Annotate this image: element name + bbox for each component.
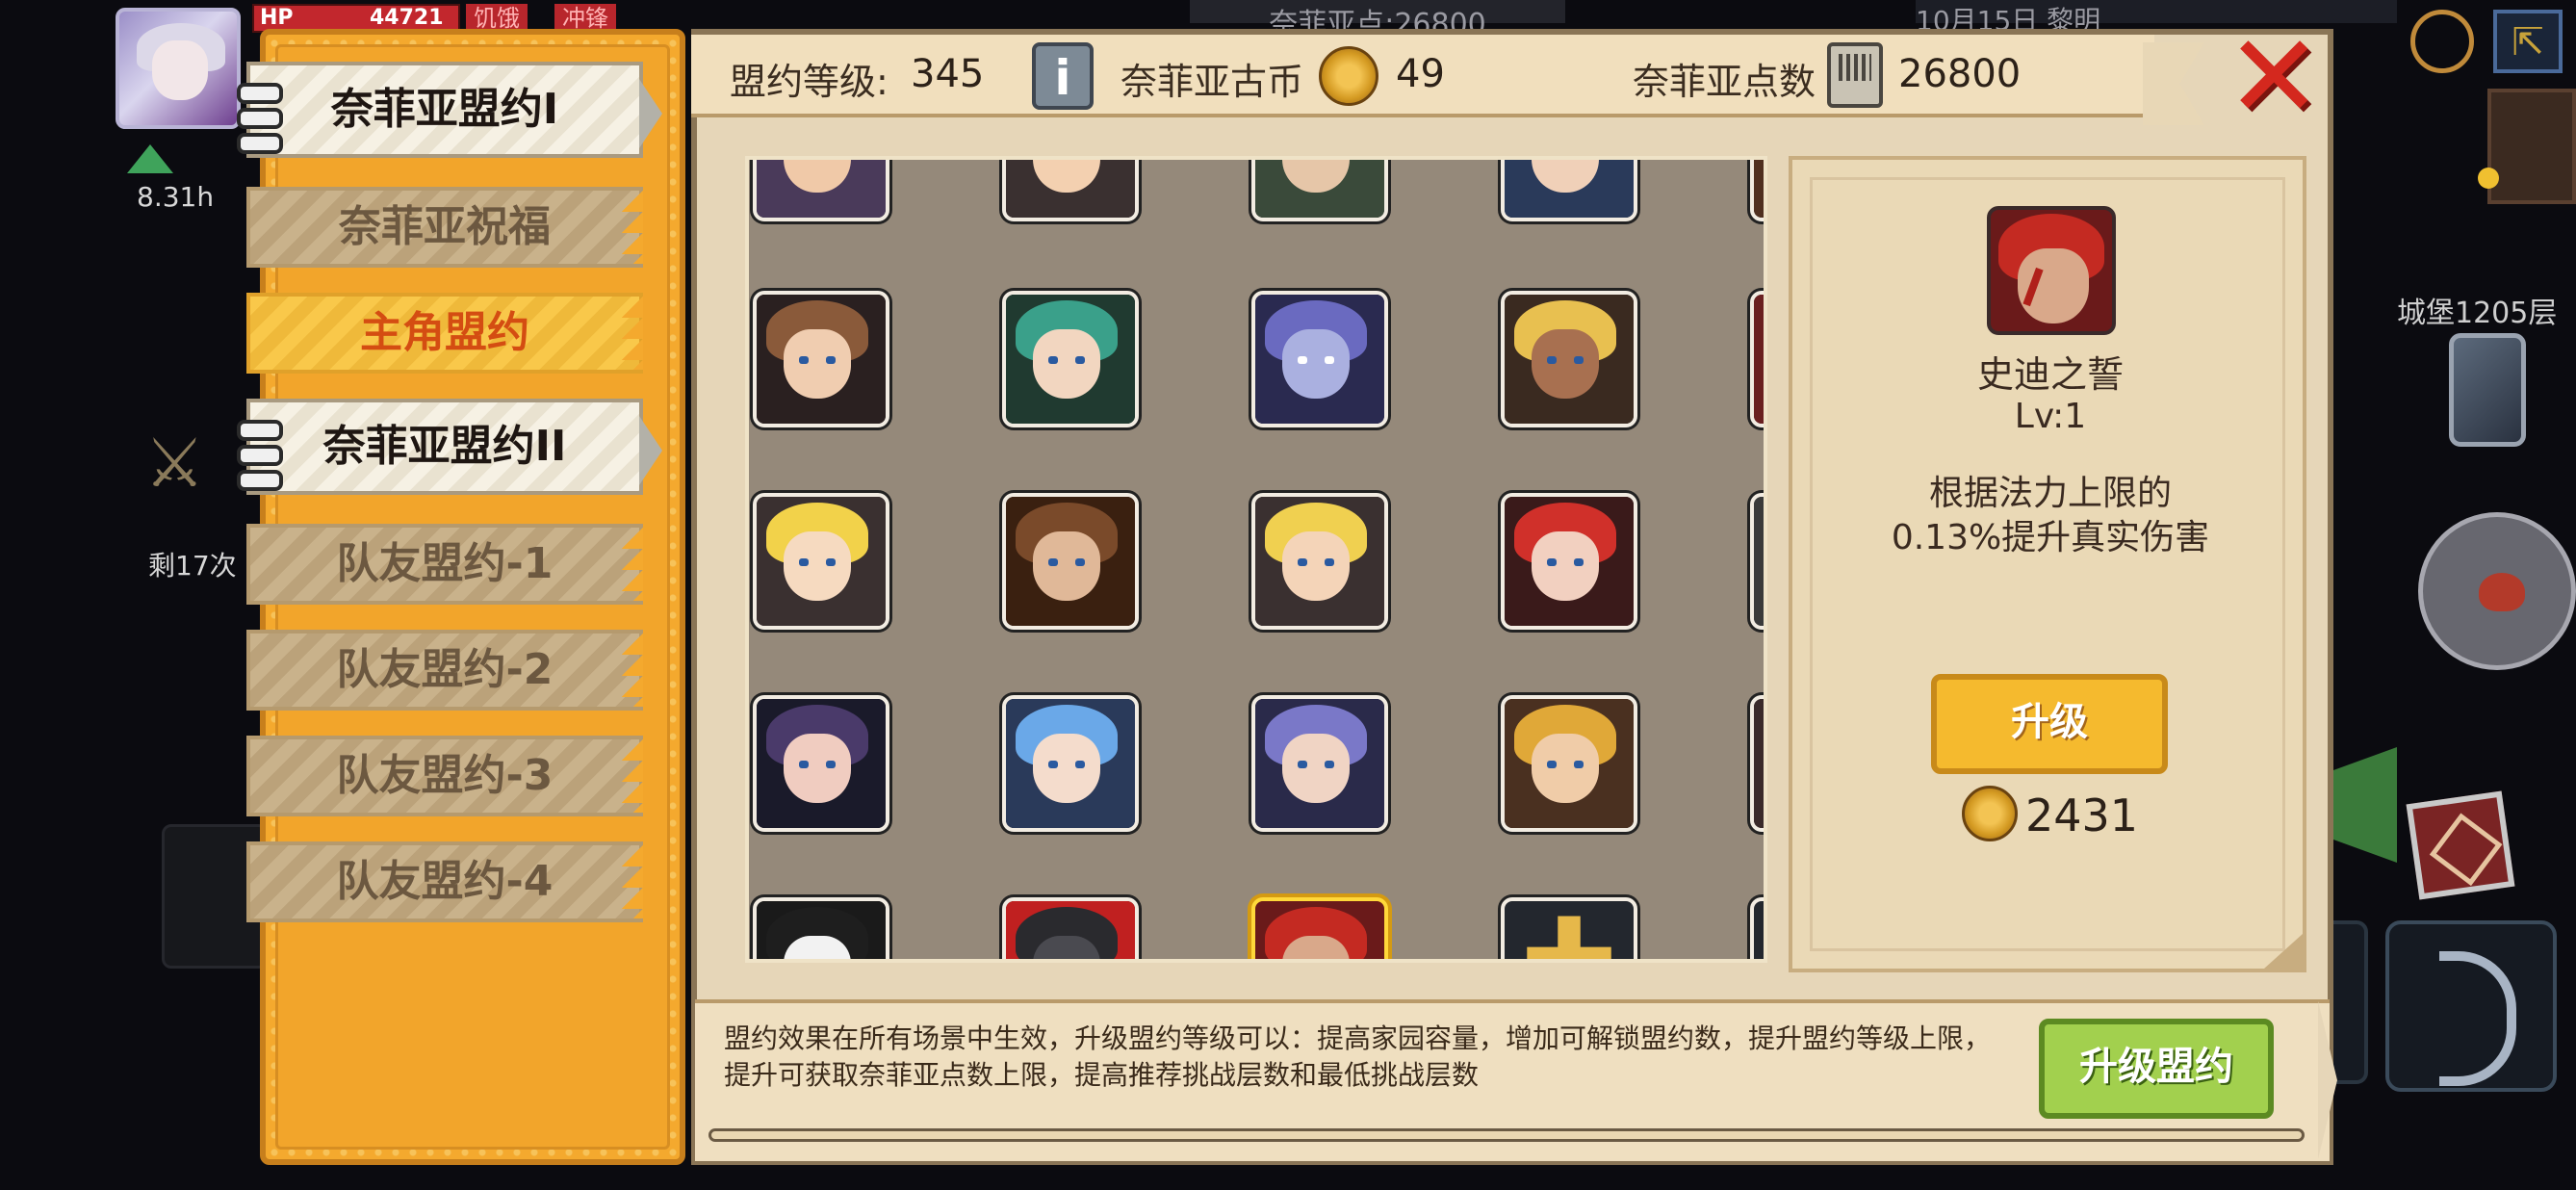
tab-label: 奈菲亚祝福 [339, 202, 551, 251]
selected-portrait [1987, 206, 2116, 335]
pet-icon [2479, 573, 2525, 611]
portrait-red-hair-girl[interactable] [1501, 493, 1637, 630]
footer-description: 盟约效果在所有场景中生效，升级盟约等级可以：提高家园容量，增加可解锁盟约数，提升… [724, 1021, 2033, 1094]
portrait-red-hair-warrior[interactable] [1251, 897, 1388, 959]
top-points-readout: 奈菲亚点:26800 [1190, 0, 1565, 41]
portrait-pale-elf[interactable] [1251, 291, 1388, 427]
hp-value: 44721 [370, 6, 444, 30]
tab-covenant-1[interactable]: 奈菲亚盟约I [237, 62, 662, 158]
portrait-blue-hair-elf[interactable] [1501, 160, 1637, 221]
portrait-teal-curly-hair[interactable] [1002, 291, 1139, 427]
tab-label: 奈菲亚盟约II [322, 422, 567, 471]
points-label: 奈菲亚点数 [1633, 61, 1816, 103]
portrait-green-hair-elf[interactable] [1251, 160, 1388, 221]
tab-covenant-2[interactable]: 奈菲亚盟约II [237, 399, 662, 495]
upgrade-button[interactable]: 升级 [1931, 674, 2168, 774]
phone-icon[interactable] [2449, 333, 2526, 447]
upgrade-cost: 2431 [2025, 789, 2139, 841]
portrait-blonde-elf-2[interactable] [1251, 493, 1388, 630]
tab-label: 队友盟约-2 [336, 645, 554, 694]
crossed-swords-icon[interactable]: ⚔ [144, 424, 205, 503]
portrait-bearded-dwarf[interactable] [1750, 160, 1764, 221]
desc-line: 0.13%提升真实伤害 [1891, 518, 2210, 557]
tab-label: 队友盟约-4 [336, 857, 554, 906]
bow-attack-button[interactable] [2385, 920, 2557, 1092]
portrait-dark-armor[interactable] [1002, 897, 1139, 959]
portrait-gray-hair-man[interactable] [1750, 493, 1764, 630]
portrait-blue-cat-girl[interactable] [1002, 695, 1139, 832]
tab-label: 队友盟约-1 [336, 539, 554, 588]
ancient-coin-icon [1319, 46, 1378, 106]
portrait-masked-ghost[interactable] [753, 897, 889, 959]
exit-icon[interactable]: ⇱ [2493, 10, 2563, 73]
level-label: 盟约等级: [730, 61, 889, 103]
points-value: 26800 [1898, 52, 2022, 96]
tab-teammate-4[interactable]: 队友盟约-4 [246, 841, 643, 922]
scroll-track [708, 1128, 2305, 1142]
avatar-face [152, 40, 208, 100]
portrait-blue-hair-knight[interactable] [1750, 695, 1764, 832]
minimap-player-dot [2478, 168, 2499, 189]
globe-icon[interactable] [2410, 10, 2474, 73]
coin-label: 奈菲亚古币 [1121, 61, 1304, 103]
footer-line: 提升可获取奈菲亚点数上限，提高推荐挑战层数和最低挑战层数 [724, 1059, 1480, 1091]
portrait-orange-hair-demon[interactable] [1750, 291, 1764, 427]
footer-line: 盟约效果在所有场景中生效，升级盟约等级可以：提高家园容量，增加可解锁盟约数，提升… [724, 1022, 1992, 1054]
hp-label: HP [260, 6, 294, 30]
upgrade-league-button[interactable]: 升级盟约 [2039, 1019, 2274, 1119]
portrait-lavender-elf[interactable] [1251, 695, 1388, 832]
tab-teammate-3[interactable]: 队友盟约-3 [246, 736, 643, 816]
tab-label: 奈菲亚盟约I [330, 85, 559, 134]
points-icon [1827, 42, 1883, 108]
locked-slot-lock-icon[interactable] [1750, 897, 1764, 959]
portrait-blonde-twin[interactable] [753, 493, 889, 630]
cost-coin-icon [1962, 786, 2018, 841]
tab-hero-covenant[interactable]: 主角盟约 [246, 293, 643, 374]
plus-icon: ✚ [1505, 901, 1634, 959]
player-avatar[interactable] [116, 8, 241, 129]
bow-icon [2439, 951, 2516, 1086]
coin-value: 49 [1396, 52, 1445, 96]
tab-label: 主角盟约 [360, 308, 529, 357]
footer-arrow [2318, 1001, 2337, 1159]
info-icon[interactable]: i [1032, 42, 1094, 110]
action-joystick-button[interactable] [2418, 512, 2576, 670]
covenant-name: 史迪之誓 [1976, 353, 2124, 396]
covenant-level: Lv:1 [2014, 397, 2087, 436]
add-slot-plus-icon[interactable]: ✚ [1501, 897, 1637, 959]
portrait-purple-hair-girl[interactable] [753, 695, 889, 832]
castle-floor: 城堡1205层 [2397, 297, 2558, 330]
tab-teammate-2[interactable]: 队友盟约-2 [246, 630, 643, 711]
date-time-readout: 10月15日 黎明 [1916, 0, 2397, 37]
portrait-blonde-girl[interactable] [1002, 160, 1139, 221]
portrait-dark-blonde-girl[interactable] [1501, 291, 1637, 427]
level-value: 345 [911, 52, 985, 96]
portrait-brown-hooded[interactable] [1002, 493, 1139, 630]
covenant-description: 根据法力上限的 0.13%提升真实伤害 [1790, 472, 2310, 560]
tab-blessing[interactable]: 奈菲亚祝福 [246, 187, 643, 268]
remaining-count: 剩17次 [148, 550, 237, 582]
boost-time: 8.31h [137, 181, 215, 213]
portrait-grid: ✚ [745, 156, 1767, 963]
panel-header: 盟约等级: 345 奈菲亚古币 49 奈菲亚点数 26800 [691, 35, 2154, 117]
minimap[interactable] [2487, 89, 2576, 204]
hex-map-icon[interactable] [2333, 747, 2397, 863]
portrait-blonde-elf[interactable] [753, 160, 889, 221]
close-icon[interactable]: ✕ [2226, 20, 2323, 136]
tab-teammate-1[interactable]: 队友盟约-1 [246, 524, 643, 605]
treasure-crate-icon[interactable] [2406, 790, 2515, 900]
portrait-golden-hair-girl[interactable] [1501, 695, 1637, 832]
desc-line: 根据法力上限的 [1928, 474, 2172, 513]
portrait-brown-hair-girl[interactable] [753, 291, 889, 427]
tab-label: 队友盟约-3 [336, 751, 554, 800]
